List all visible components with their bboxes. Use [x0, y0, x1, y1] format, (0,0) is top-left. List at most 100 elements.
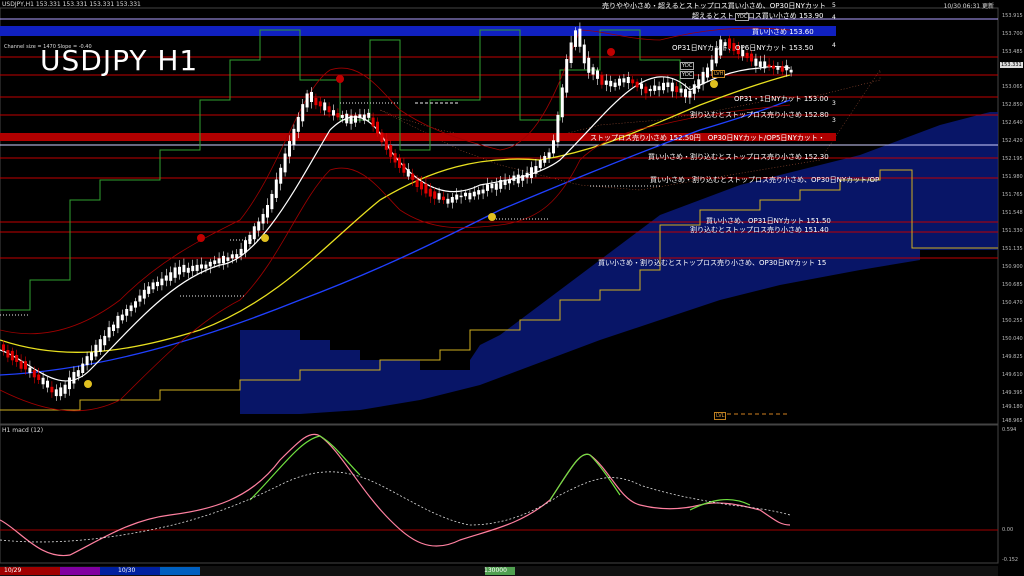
candle	[631, 79, 635, 84]
fractal-markers	[84, 48, 718, 388]
candle	[789, 69, 793, 73]
price-tick: 151.330	[1002, 228, 1023, 234]
candle	[468, 192, 472, 200]
candle	[402, 163, 406, 173]
candle	[208, 261, 212, 267]
candle	[270, 193, 274, 210]
candle	[582, 44, 586, 64]
candle	[499, 179, 503, 189]
candle	[244, 240, 247, 253]
candle	[46, 380, 49, 388]
ydc-tag: YDC	[680, 71, 695, 79]
price-chart[interactable]	[0, 0, 1024, 576]
candle	[230, 254, 234, 259]
candle	[2, 344, 5, 351]
annotation-label: 買い小さめ 153.60	[752, 28, 814, 36]
candle	[257, 221, 261, 231]
candle	[76, 370, 80, 377]
candle	[292, 128, 296, 145]
candle	[785, 65, 789, 71]
candle	[213, 260, 217, 265]
candle	[411, 173, 415, 180]
candle	[142, 289, 146, 299]
candle	[662, 82, 665, 91]
annotation-label: 買い小さめ・割り込むとストップロス売り小さめ、OP30日NYカット 15	[598, 259, 827, 267]
price-tick: 151.135	[1002, 246, 1023, 252]
candle	[125, 308, 129, 316]
candle	[415, 179, 419, 187]
candle	[508, 179, 511, 184]
candle	[657, 86, 661, 91]
candle	[305, 93, 309, 108]
candle	[200, 264, 203, 269]
candle	[666, 82, 670, 88]
candle	[129, 305, 133, 312]
price-tick: 149.180	[1002, 404, 1023, 410]
candle	[283, 153, 287, 173]
candle	[477, 190, 481, 195]
price-tick: 152.420	[1002, 138, 1023, 144]
candle	[32, 370, 36, 378]
candle	[186, 267, 190, 273]
price-tick: 150.685	[1002, 282, 1023, 288]
macd-axis-tick: 0.594	[1002, 427, 1017, 433]
candle	[151, 282, 155, 290]
level-number: 3	[832, 100, 836, 107]
ydc-tag: YDC	[735, 13, 750, 21]
candle	[609, 80, 613, 87]
price-tick: 150.255	[1002, 318, 1023, 324]
candle	[556, 114, 560, 143]
candle	[266, 205, 269, 218]
macd-axis-tick: -0.152	[1002, 557, 1019, 563]
price-tick: 150.900	[1002, 264, 1023, 270]
candle	[301, 104, 305, 122]
annotation-label: 買い小さめ・割り込むとストップロス売り小さめ 152.30	[648, 153, 829, 161]
candle	[596, 70, 599, 79]
candle	[138, 295, 142, 302]
candle	[380, 132, 384, 143]
candle	[591, 67, 595, 75]
candle	[173, 267, 177, 278]
candle	[310, 91, 313, 102]
candle	[776, 67, 780, 70]
candle	[107, 327, 111, 338]
candle	[147, 286, 151, 294]
candle	[327, 106, 331, 113]
candle	[534, 166, 538, 174]
candle	[81, 363, 85, 374]
ydc-tag: YDC	[680, 62, 695, 70]
update-clock: 10/30 06:31 更新	[943, 3, 994, 10]
candle	[6, 350, 10, 358]
candle	[538, 159, 542, 168]
candle	[248, 234, 252, 244]
price-tick: 153.915	[1002, 13, 1023, 19]
candle	[195, 264, 199, 271]
price-tick: 153.485	[1002, 49, 1023, 55]
lvh-tag: LVH	[712, 70, 726, 78]
candle	[763, 61, 767, 69]
price-tick: 151.548	[1002, 210, 1023, 216]
candle	[134, 301, 137, 308]
candle	[565, 59, 569, 93]
candle	[156, 281, 159, 287]
candle	[116, 315, 120, 329]
price-tick: 153.065	[1002, 84, 1023, 90]
candle	[530, 167, 533, 178]
annotation-label: OP31・1日NYカット 153.00	[734, 95, 829, 103]
candle	[332, 110, 335, 116]
candle	[406, 169, 410, 177]
candle	[670, 82, 674, 92]
candle	[398, 157, 401, 168]
candle	[767, 64, 771, 67]
candle	[68, 377, 71, 390]
price-tick: 151.765	[1002, 192, 1023, 198]
price-tick: 150.470	[1002, 300, 1023, 306]
candle	[50, 386, 54, 393]
annotation-label: ストップロス売り小さめ 152.50円 OP30日NYカット/OP5日NYカット…	[590, 134, 825, 142]
candle	[222, 255, 225, 264]
candle	[640, 83, 643, 89]
candle	[706, 67, 709, 78]
candle	[688, 90, 692, 98]
candle	[472, 191, 476, 197]
candle	[169, 272, 173, 281]
